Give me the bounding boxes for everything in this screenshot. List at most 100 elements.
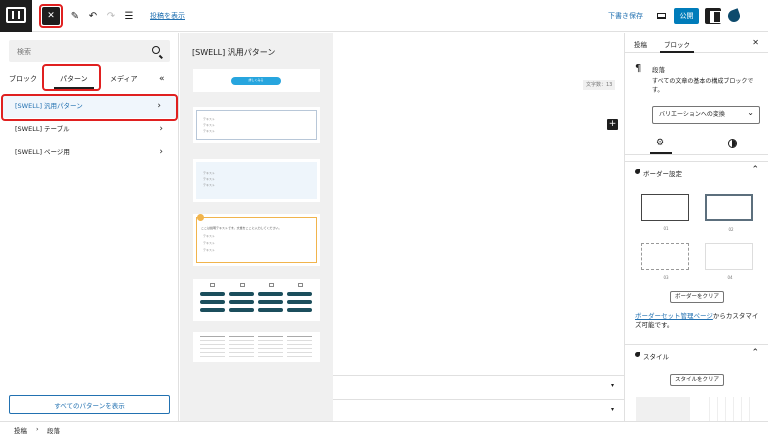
tab-post[interactable]: 投稿 — [634, 39, 647, 49]
style-section-header[interactable]: スタイル ⌃ — [625, 344, 768, 364]
editor-canvas[interactable]: 文字数：13 + ▾ ▾ — [333, 33, 624, 421]
paragraph-icon: ¶ — [635, 63, 642, 74]
close-settings-button[interactable]: ✕ — [752, 38, 759, 47]
swell-icon[interactable] — [726, 8, 742, 24]
site-logo[interactable] — [0, 0, 32, 32]
category-label: [SWELL] ページ用 — [15, 148, 70, 156]
chevron-down-icon: ▾ — [610, 382, 614, 389]
border-option-04[interactable]: 04 — [705, 243, 753, 280]
list-item: テキスト — [203, 183, 215, 187]
caption-badge-icon — [197, 214, 204, 221]
character-count: 文字数：13 — [583, 80, 616, 90]
show-all-patterns-button[interactable]: すべてのパターンを表示 — [9, 395, 170, 414]
tab-block[interactable]: ブロック — [660, 39, 694, 53]
undo-button[interactable]: ↶ — [85, 8, 101, 24]
meta-panel-2[interactable]: ▾ — [333, 399, 624, 421]
top-toolbar: ✕ ✎ ↶ ↷ ☰ 投稿を表示 下書き保存 公開 — [0, 0, 768, 32]
view-post-link[interactable]: 投稿を表示 — [150, 11, 185, 21]
pattern-button-label: 詳しくみる — [248, 78, 264, 82]
border-section-title: ボーダー設定 — [643, 170, 682, 178]
tools-button[interactable]: ✎ — [67, 8, 83, 24]
swell-leaf-icon — [635, 169, 640, 174]
variation-select[interactable]: バリエーションへの変換 — [652, 105, 760, 124]
list-item: テキスト — [203, 129, 215, 133]
gear-icon[interactable]: ⚙ — [649, 138, 673, 154]
border-custom-note: ボーダーセット管理ページからカスタマイズ可能です。 — [635, 312, 761, 330]
plus-icon: + — [608, 119, 617, 129]
list-item: テキスト — [203, 241, 215, 245]
document-overview-button[interactable]: ☰ — [121, 8, 137, 24]
search-icon — [152, 46, 160, 54]
add-block-button[interactable]: + — [607, 119, 618, 130]
caption-text: ここは説明テキストです。文章をここに入力してください。 — [201, 226, 282, 230]
settings-sidebar: 投稿 ブロック ✕ ¶ 段落 すべての文章の基本の構成ブロックです。 バリエーシ… — [624, 33, 768, 421]
pattern-list-shaded[interactable]: テキスト テキスト テキスト — [193, 159, 320, 202]
category-swell-page[interactable]: [SWELL] ページ用 › — [0, 141, 179, 164]
desktop-icon — [656, 13, 666, 19]
block-description: すべての文章の基本の構成ブロックです。 — [652, 78, 754, 94]
publish-button[interactable]: 公開 — [674, 8, 699, 24]
border-option-label: 03 — [663, 275, 669, 280]
chevron-up-icon: ⌃ — [751, 165, 759, 175]
tab-media[interactable]: メディア — [110, 74, 138, 84]
list-item: テキスト — [203, 234, 215, 238]
collapse-icon[interactable]: « — [159, 74, 165, 84]
chevron-down-icon: ▾ — [610, 406, 614, 413]
border-option-03[interactable]: 03 — [641, 243, 689, 280]
settings-toggle-button[interactable] — [705, 8, 721, 24]
list-item: テキスト — [203, 248, 215, 252]
block-name: 段落 — [652, 66, 665, 74]
breadcrumb-root[interactable]: 投稿 — [14, 425, 27, 435]
pattern-preview-panel: [SWELL] 汎用パターン 詳しくみる テキスト テキスト テキスト テキスト… — [180, 33, 333, 421]
border-section-header[interactable]: ボーダー設定 ⌃ — [625, 161, 768, 181]
list-item: テキスト — [203, 171, 215, 175]
breadcrumb-separator: › — [36, 425, 39, 433]
pattern-button[interactable]: 詳しくみる — [193, 69, 320, 92]
highlight-close — [39, 4, 63, 28]
border-option-01[interactable]: 01 — [641, 194, 689, 231]
swell-leaf-icon — [635, 352, 640, 357]
pattern-panel-title: [SWELL] 汎用パターン — [192, 48, 276, 57]
preview-button[interactable] — [653, 8, 669, 24]
list-view-icon: ☰ — [124, 10, 134, 22]
style-option-2[interactable] — [702, 397, 756, 421]
list-item: テキスト — [203, 123, 215, 127]
list-item: テキスト — [203, 177, 215, 181]
pattern-columns-list[interactable] — [193, 332, 320, 362]
border-option-label: 02 — [728, 227, 734, 232]
style-option-1[interactable] — [636, 397, 690, 421]
category-swell-table[interactable]: [SWELL] テーブル › — [0, 118, 179, 141]
category-label: [SWELL] テーブル — [15, 125, 70, 133]
clear-style-button[interactable]: スタイルをクリア — [670, 374, 725, 386]
logo-icon — [6, 7, 26, 23]
highlight-patterns-tab — [42, 64, 101, 91]
save-draft-button[interactable]: 下書き保存 — [608, 11, 643, 21]
redo-icon: ↷ — [106, 10, 116, 22]
highlight-category — [1, 94, 178, 121]
breadcrumb-current[interactable]: 段落 — [47, 425, 60, 435]
settings-tabs: 投稿 ブロック ✕ — [625, 33, 768, 53]
undo-icon: ↶ — [88, 10, 98, 22]
clear-border-button[interactable]: ボーダーをクリア — [670, 291, 725, 303]
styles-icon[interactable] — [728, 139, 737, 148]
border-option-02[interactable]: 02 — [705, 194, 753, 232]
border-option-label: 01 — [663, 226, 669, 231]
breadcrumb: 投稿 › 段落 — [0, 421, 768, 435]
pattern-caption-box[interactable]: ここは説明テキストです。文章をここに入力してください。 テキスト テキスト テキ… — [193, 214, 320, 266]
pattern-icon-buttons[interactable] — [193, 279, 320, 321]
pencil-icon: ✎ — [70, 10, 80, 22]
chevron-up-icon: ⌃ — [751, 348, 759, 358]
pattern-list-bordered[interactable]: テキスト テキスト テキスト — [193, 107, 320, 143]
tab-blocks[interactable]: ブロック — [9, 74, 37, 84]
chevron-right-icon: › — [159, 124, 163, 134]
border-option-label: 04 — [727, 275, 733, 280]
search-input[interactable]: 検索 — [9, 40, 170, 62]
chevron-right-icon: › — [159, 147, 163, 157]
list-item: テキスト — [203, 117, 215, 121]
redo-button[interactable]: ↷ — [103, 8, 119, 24]
border-set-link[interactable]: ボーダーセット管理ページ — [635, 312, 713, 320]
block-inserter: 検索 ブロック パターン メディア « [SWELL] 汎用パターン › [SW… — [0, 33, 179, 421]
search-placeholder: 検索 — [17, 48, 31, 56]
settings-subtabs: ⚙ — [625, 133, 768, 155]
meta-panel-1[interactable]: ▾ — [333, 375, 624, 397]
